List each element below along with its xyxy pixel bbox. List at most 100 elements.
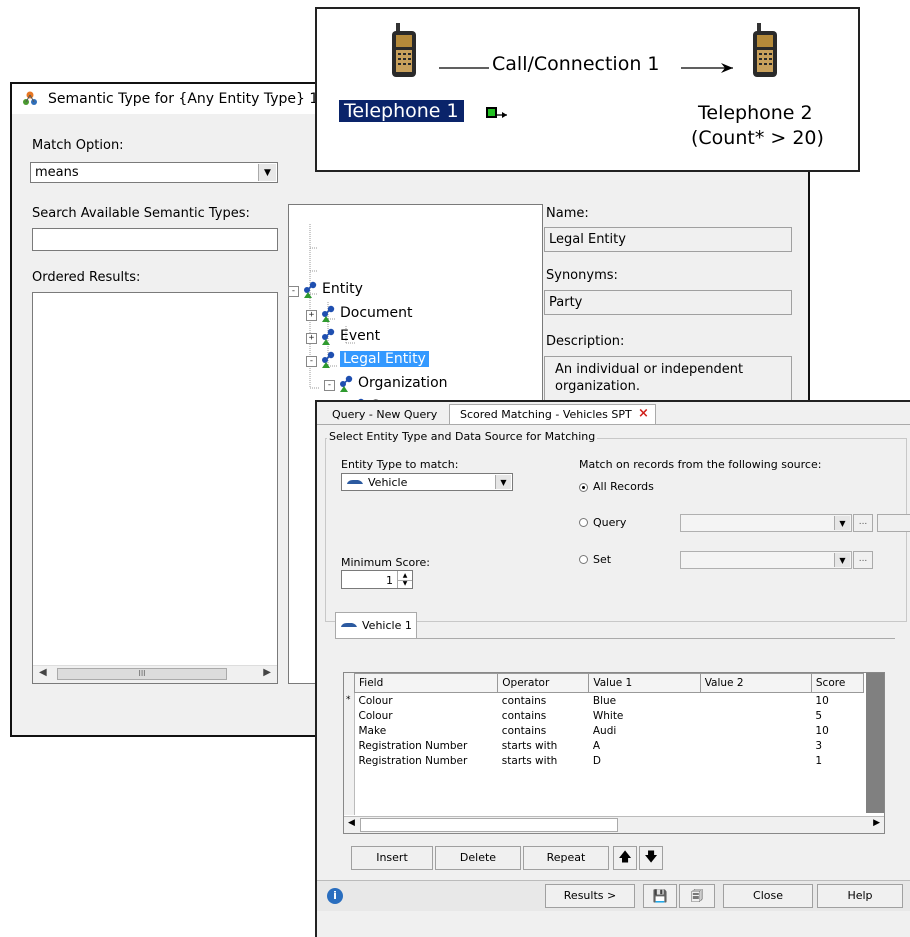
repeat-button[interactable]: Repeat [523,846,609,870]
telephone-1-icon[interactable] [389,23,419,79]
column-header[interactable]: Value 1 [588,673,701,693]
table-cell[interactable]: White [589,708,700,723]
search-input[interactable] [32,228,278,251]
chevron-down-icon[interactable]: ▼ [834,516,850,530]
close-label: Close [753,889,783,902]
scroll-thumb[interactable] [360,818,618,832]
results-button[interactable]: Results > [545,884,635,908]
scroll-thumb[interactable]: III [57,668,227,680]
save-icon[interactable]: 💾 [643,884,677,908]
tree-item-event[interactable]: Event [340,328,380,344]
table-cell[interactable]: Registration Number [355,738,498,753]
query-select[interactable]: ▼ [680,514,852,532]
table-cell[interactable] [700,738,811,753]
telephone-1-label[interactable]: Telephone 1 [339,100,464,122]
table-cell[interactable]: A [589,738,700,753]
move-up-icon[interactable]: 🡅 [613,846,637,870]
query-extra-button[interactable] [877,514,910,532]
ordered-results-list[interactable]: ◀ III ▶ [32,292,278,684]
radio-set[interactable] [579,555,588,564]
column-header[interactable]: Value 2 [699,673,812,693]
horizontal-scrollbar[interactable]: ◀ III ▶ [33,665,277,683]
table-cell[interactable] [700,753,811,768]
close-tab-icon[interactable]: × [638,406,649,421]
table-cell[interactable]: 1 [811,753,863,768]
scroll-thumb-grip: III [138,669,146,678]
table-cell[interactable]: 10 [811,693,863,709]
scroll-left-icon[interactable]: ◀ [39,667,47,678]
table-cell[interactable]: Colour [355,708,498,723]
table-cell[interactable]: contains [498,723,589,738]
description-field: An individual or independent organizatio… [544,356,792,404]
telephone-2-label[interactable]: Telephone 2 [698,102,813,124]
entity-type-select[interactable]: Vehicle ▼ [341,473,513,491]
set-select[interactable]: ▼ [680,551,852,569]
table-row[interactable]: Colour contains Blue 10 [355,693,864,709]
criteria-table[interactable]: Field Operator Value 1 Value 2 Score Colour c… [353,673,865,768]
column-header[interactable]: Operator [497,673,590,693]
table-row[interactable]: Registration Number starts with D 1 [355,753,864,768]
table-cell[interactable]: 5 [811,708,863,723]
table-row[interactable]: Registration Number starts with A 3 [355,738,864,753]
set-browse-button[interactable]: ... [853,551,873,569]
tab-new-query[interactable]: Query - New Query [332,408,437,421]
expand-node-icon[interactable] [485,106,511,126]
query-browse-button[interactable]: ... [853,514,873,532]
help-button[interactable]: Help [817,884,903,908]
radio-all-records[interactable] [579,483,588,492]
match-option-select[interactable]: means ▼ [30,162,278,183]
chevron-down-icon[interactable]: ▼ [834,553,850,567]
tree-item-entity[interactable]: Entity [322,281,363,297]
spin-down-icon[interactable]: ▼ [397,580,412,588]
criteria-grid[interactable]: * Field Operator Value 1 Value 2 Score Colou… [343,672,885,834]
table-cell[interactable]: contains [498,708,589,723]
table-cell[interactable] [700,708,811,723]
table-cell[interactable]: starts with [498,738,589,753]
tree-expander-icon[interactable]: - [288,286,299,297]
tree-expander-icon[interactable]: + [306,310,317,321]
table-cell[interactable]: Blue [589,693,700,709]
tree-item-legal-entity[interactable]: Legal Entity [340,351,429,367]
scroll-right-icon[interactable]: ▶ [873,818,880,828]
table-cell[interactable] [700,723,811,738]
table-cell[interactable]: starts with [498,753,589,768]
tab-vehicle-1[interactable]: Vehicle 1 [335,612,417,639]
table-cell[interactable]: Make [355,723,498,738]
delete-label: Delete [459,851,497,864]
tab-scored-matching[interactable]: Scored Matching - Vehicles SPT × [449,404,656,425]
chevron-down-icon[interactable]: ▼ [258,164,276,181]
radio-query[interactable] [579,518,588,527]
save-as-icon[interactable]: 🗐 [679,884,715,908]
move-down-icon[interactable]: 🡇 [639,846,663,870]
table-cell[interactable] [700,693,811,709]
chevron-down-icon[interactable]: ▼ [495,475,511,489]
table-cell[interactable]: contains [498,693,589,709]
tree-item-document[interactable]: Document [340,305,413,321]
grid-horizontal-scrollbar[interactable]: ◀ ▶ [344,816,884,833]
delete-button[interactable]: Delete [435,846,521,870]
tree-item-organization[interactable]: Organization [358,375,448,391]
insert-button[interactable]: Insert [351,846,433,870]
close-button[interactable]: Close [723,884,813,908]
column-header[interactable]: Field [353,673,499,693]
tree-expander-icon[interactable]: - [324,380,335,391]
table-cell[interactable]: 3 [811,738,863,753]
radio-query-label: Query [593,516,627,529]
column-header[interactable]: Score [810,673,865,693]
tree-expander-icon[interactable]: + [306,333,317,344]
scroll-left-icon[interactable]: ◀ [348,818,355,828]
name-value: Legal Entity [549,232,626,247]
min-score-spinner[interactable]: 1 ▲ ▼ [341,570,413,589]
tab-vehicle-1-label: Vehicle 1 [362,619,412,632]
tree-expander-icon[interactable]: - [306,356,317,367]
table-cell[interactable]: 10 [811,723,863,738]
telephone-2-icon[interactable] [750,23,780,79]
table-cell[interactable]: Registration Number [355,753,498,768]
info-icon[interactable]: i [327,888,343,904]
scroll-right-icon[interactable]: ▶ [263,667,271,678]
table-cell[interactable]: Colour [355,693,498,709]
table-row[interactable]: Colour contains White 5 [355,708,864,723]
table-cell[interactable]: Audi [589,723,700,738]
table-row[interactable]: Make contains Audi 10 [355,723,864,738]
table-cell[interactable]: D [589,753,700,768]
